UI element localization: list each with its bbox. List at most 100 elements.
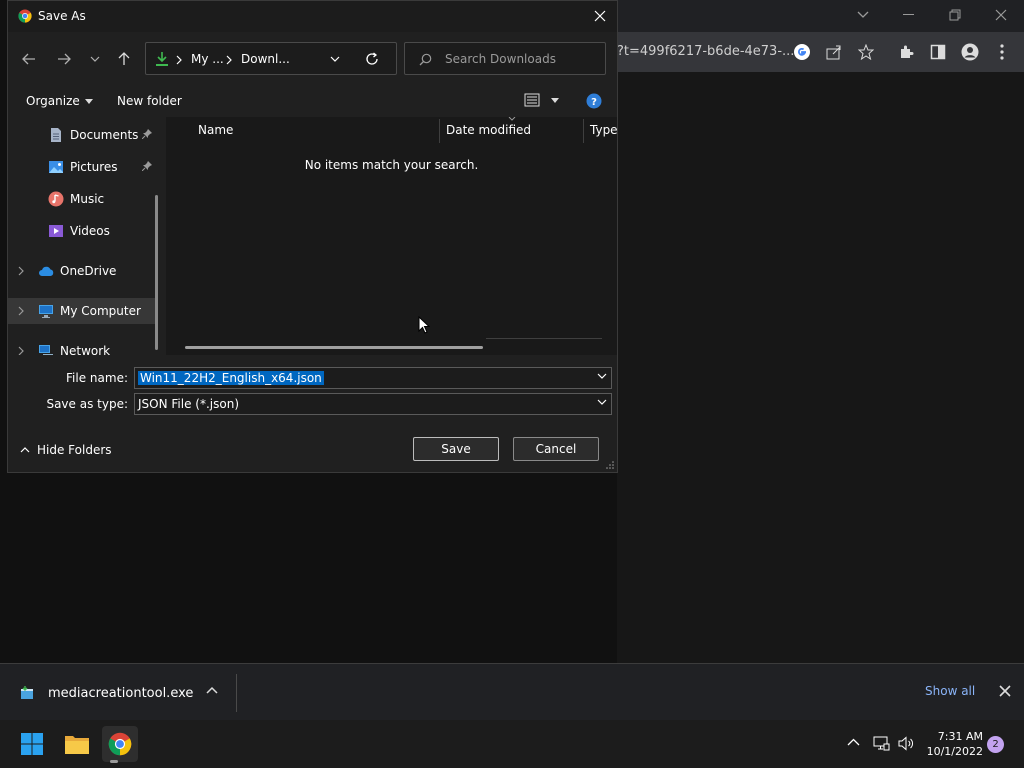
system-clock[interactable]: 7:31 AM 10/1/2022 — [925, 729, 983, 759]
download-shelf: mediacreationtool.exe Show all — [0, 663, 1024, 720]
nav-item-network[interactable]: Network — [8, 338, 156, 355]
pin-icon[interactable] — [142, 161, 152, 171]
extensions-icon[interactable] — [896, 42, 916, 62]
organize-button[interactable]: Organize — [26, 94, 93, 108]
column-header-type[interactable]: Type — [590, 123, 618, 137]
clock-time: 7:31 AM — [937, 730, 983, 743]
nav-item-onedrive[interactable]: OneDrive — [8, 258, 156, 284]
breadcrumb-downloads[interactable]: Downl... — [241, 52, 290, 66]
notification-badge[interactable]: 2 — [987, 736, 1004, 753]
caret-down-icon — [84, 98, 93, 104]
column-header-date-modified[interactable]: Date modified — [446, 123, 531, 137]
nav-item-my-computer[interactable]: My Computer — [8, 298, 156, 324]
videos-icon — [49, 225, 63, 237]
profile-icon[interactable] — [960, 42, 980, 62]
download-item[interactable]: mediacreationtool.exe — [18, 684, 193, 702]
start-button[interactable] — [14, 726, 50, 762]
volume-icon[interactable] — [898, 736, 915, 751]
google-icon[interactable] — [792, 42, 812, 62]
nav-item-music[interactable]: Music — [8, 186, 156, 212]
nav-item-label: OneDrive — [60, 264, 117, 278]
back-arrow-icon[interactable] — [19, 49, 39, 69]
details-view-icon — [524, 93, 540, 107]
cancel-button[interactable]: Cancel — [513, 437, 599, 461]
save-as-dialog: Save As My ... Downl... Search Downloads… — [7, 0, 618, 473]
chevron-down-icon[interactable] — [597, 399, 607, 405]
file-explorer-taskbar-button[interactable] — [59, 726, 95, 762]
recent-locations-chevron-icon[interactable] — [85, 49, 105, 69]
address-bar[interactable]: My ... Downl... — [145, 42, 397, 75]
active-app-indicator — [110, 760, 118, 763]
show-all-link[interactable]: Show all — [925, 684, 975, 698]
save-button[interactable]: Save — [413, 437, 499, 461]
chrome-page-content — [617, 72, 1024, 663]
navigation-bar: My ... Downl... Search Downloads — [8, 39, 617, 79]
share-icon[interactable] — [824, 42, 844, 62]
close-icon[interactable] — [589, 5, 611, 27]
search-icon — [419, 53, 432, 66]
file-name-value: Win11_22H2_English_x64.json — [138, 371, 324, 385]
file-name-input[interactable]: Win11_22H2_English_x64.json — [134, 367, 612, 389]
resize-grip-icon[interactable] — [606, 461, 614, 469]
music-icon — [48, 191, 64, 207]
chrome-logo-icon — [108, 732, 132, 756]
up-arrow-icon[interactable] — [114, 49, 134, 69]
dialog-bottom-area: File name: Win11_22H2_English_x64.json S… — [8, 355, 617, 472]
nav-item-videos[interactable]: Videos — [8, 218, 156, 244]
pictures-icon — [49, 161, 63, 173]
clock-date: 10/1/2022 — [926, 745, 983, 758]
search-input[interactable]: Search Downloads — [404, 42, 606, 75]
chevron-right-icon[interactable] — [18, 266, 24, 276]
view-options-button[interactable] — [524, 93, 559, 107]
star-icon[interactable] — [856, 42, 876, 62]
search-placeholder: Search Downloads — [445, 52, 556, 66]
column-divider[interactable] — [583, 119, 584, 143]
dialog-titlebar[interactable]: Save As — [8, 1, 617, 32]
documents-icon — [51, 128, 61, 142]
file-list-pane: Name Date modified Type No items match y… — [166, 117, 618, 355]
chevron-right-icon — [226, 55, 232, 65]
chevron-down-icon[interactable] — [851, 4, 875, 26]
scroll-track — [486, 338, 602, 339]
nav-item-label: My Computer — [60, 304, 141, 318]
side-panel-icon[interactable] — [928, 42, 948, 62]
help-icon: ? — [586, 93, 602, 109]
forward-arrow-icon[interactable] — [54, 49, 74, 69]
minimize-icon[interactable] — [897, 4, 921, 26]
hide-folders-label: Hide Folders — [37, 443, 112, 457]
chevron-up-icon[interactable] — [847, 738, 860, 746]
network-status-icon[interactable] — [873, 736, 890, 751]
taskbar: 7:31 AM 10/1/2022 2 — [0, 720, 1024, 768]
pin-icon[interactable] — [142, 129, 152, 139]
restore-icon[interactable] — [943, 4, 967, 26]
close-icon[interactable] — [999, 685, 1011, 697]
save-as-type-select[interactable]: JSON File (*.json) — [134, 393, 612, 415]
help-button[interactable]: ? — [586, 93, 602, 109]
hide-folders-button[interactable]: Hide Folders — [20, 443, 112, 457]
chevron-up-icon[interactable] — [206, 686, 218, 694]
nav-item-pictures[interactable]: Pictures — [8, 154, 156, 180]
address-bar-url[interactable]: ?t=499f6217-b6de-4e73-... — [617, 44, 794, 59]
chevron-right-icon — [176, 55, 182, 65]
chrome-logo-icon — [18, 9, 32, 23]
empty-results-message: No items match your search. — [304, 158, 479, 172]
network-icon — [39, 345, 53, 355]
navpane-scrollbar[interactable] — [155, 195, 158, 350]
breadcrumb-my-computer[interactable]: My ... — [191, 52, 224, 66]
file-list-horizontal-scrollbar[interactable] — [185, 346, 483, 349]
sort-indicator-icon — [508, 117, 516, 121]
chevron-right-icon[interactable] — [18, 346, 24, 355]
close-icon[interactable] — [989, 4, 1013, 26]
column-divider[interactable] — [439, 119, 440, 143]
more-options-icon[interactable] — [992, 42, 1012, 62]
chevron-right-icon[interactable] — [18, 306, 24, 316]
command-bar: Organize New folder ? — [8, 87, 617, 117]
chrome-taskbar-button[interactable] — [102, 726, 138, 762]
address-history-chevron-icon[interactable] — [330, 56, 340, 62]
refresh-icon[interactable] — [365, 52, 379, 66]
new-folder-button[interactable]: New folder — [117, 94, 182, 108]
chevron-down-icon[interactable] — [597, 373, 607, 379]
column-header-name[interactable]: Name — [198, 123, 233, 137]
folder-icon — [65, 736, 89, 754]
nav-item-documents[interactable]: Documents — [8, 122, 156, 148]
